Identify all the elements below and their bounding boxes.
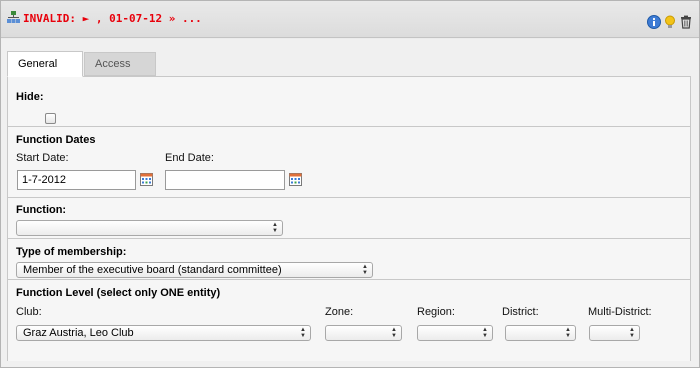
info-icon[interactable] xyxy=(647,15,661,29)
hide-label: Hide: xyxy=(16,91,44,103)
zone-label: Zone: xyxy=(325,306,354,318)
function-dates-section: Function Dates Start Date: End Date: 1-7… xyxy=(8,127,690,198)
record-title: INVALID: ► , 01-07-12 » ... xyxy=(23,12,202,25)
start-date-input[interactable]: 1-7-2012 xyxy=(17,170,136,190)
record-tree-icon xyxy=(7,11,20,23)
general-panel: Hide: Function Dates Start Date: End Dat… xyxy=(7,76,691,361)
record-editor-window: INVALID: ► , 01-07-12 » ... General Acce… xyxy=(0,0,700,368)
function-level-title: Function Level (select only ONE entity) xyxy=(16,287,221,299)
record-header: INVALID: ► , 01-07-12 » ... xyxy=(1,1,699,38)
function-label: Function: xyxy=(16,204,67,216)
membership-select[interactable]: Member of the executive board (standard … xyxy=(16,262,373,278)
select-arrows-icon: ▲ ▼ xyxy=(629,327,635,339)
select-arrows-icon: ▲ ▼ xyxy=(300,327,306,339)
district-select[interactable]: ▲ ▼ xyxy=(505,325,576,341)
select-arrows-icon: ▲ ▼ xyxy=(272,222,278,234)
district-label: District: xyxy=(502,306,539,318)
multi-district-select[interactable]: ▲ ▼ xyxy=(589,325,640,341)
function-section: Function: ▲ ▼ xyxy=(8,198,690,239)
start-date-label: Start Date: xyxy=(16,152,69,164)
end-date-label: End Date: xyxy=(165,152,214,164)
select-arrows-icon: ▲ ▼ xyxy=(565,327,571,339)
form-body: General Access Hide: Function Dates Star… xyxy=(1,39,699,367)
lightbulb-icon[interactable] xyxy=(663,15,677,29)
select-arrows-icon: ▲ ▼ xyxy=(391,327,397,339)
club-label: Club: xyxy=(16,306,42,318)
multi-district-label: Multi-District: xyxy=(588,306,652,318)
hide-section: Hide: xyxy=(8,77,690,127)
club-select[interactable]: Graz Austria, Leo Club ▲ ▼ xyxy=(16,325,311,341)
calendar-icon[interactable] xyxy=(289,173,302,186)
function-dates-title: Function Dates xyxy=(16,134,96,146)
select-arrows-icon: ▲ ▼ xyxy=(482,327,488,339)
zone-select[interactable]: ▲ ▼ xyxy=(325,325,402,341)
trash-icon[interactable] xyxy=(679,15,693,29)
end-date-input[interactable] xyxy=(165,170,285,190)
function-level-section: Function Level (select only ONE entity) … xyxy=(8,280,690,361)
calendar-icon[interactable] xyxy=(140,173,153,186)
tab-general[interactable]: General xyxy=(7,51,83,77)
region-select[interactable]: ▲ ▼ xyxy=(417,325,493,341)
membership-section: Type of membership: Member of the execut… xyxy=(8,239,690,280)
tab-access[interactable]: Access xyxy=(84,52,156,76)
membership-label: Type of membership: xyxy=(16,246,127,258)
select-arrows-icon: ▲ ▼ xyxy=(362,264,368,276)
region-label: Region: xyxy=(417,306,455,318)
hide-checkbox[interactable] xyxy=(45,113,56,124)
function-select[interactable]: ▲ ▼ xyxy=(16,220,283,236)
club-select-value: Graz Austria, Leo Club xyxy=(23,327,134,339)
membership-select-value: Member of the executive board (standard … xyxy=(23,264,282,276)
